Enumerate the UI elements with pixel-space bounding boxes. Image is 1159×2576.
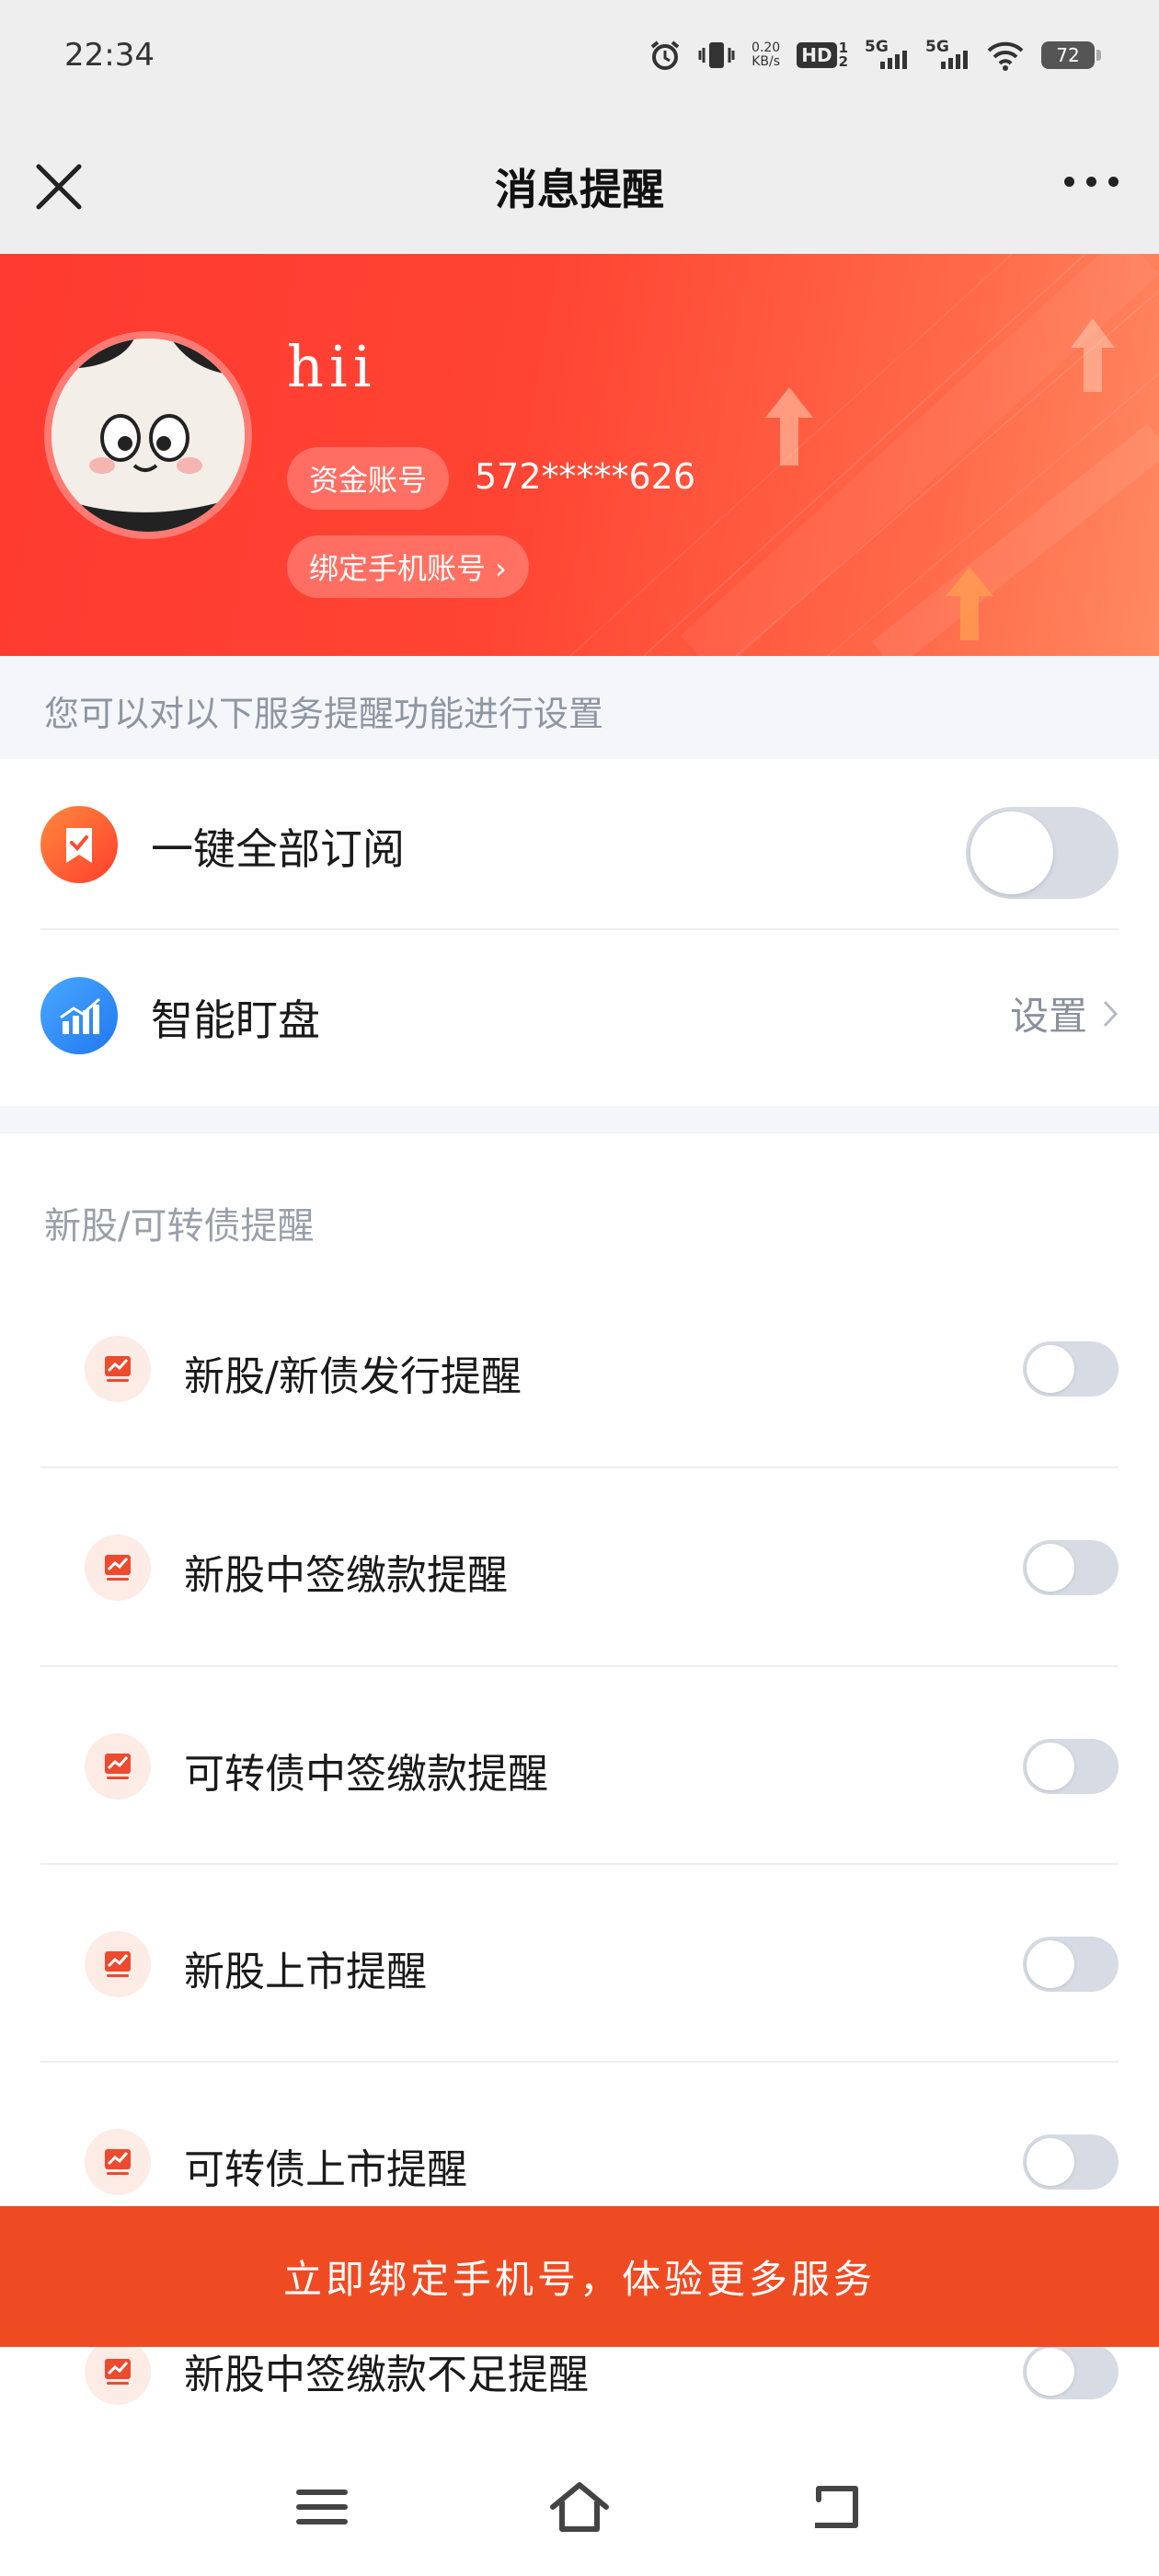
trend-chart-icon — [85, 1931, 151, 1997]
smart-watch-settings-link[interactable]: 设置 — [1010, 985, 1119, 1041]
sim2-label: 5G — [925, 38, 949, 56]
sim1-label: 5G — [865, 38, 889, 56]
vibrate-icon — [698, 39, 735, 72]
account-value: 572*****626 — [475, 456, 696, 497]
subscribe-all-label: 一键全部订阅 — [151, 824, 405, 874]
trend-chart-icon — [85, 2339, 151, 2405]
system-nav-bar — [0, 2429, 1159, 2576]
list-item[interactable]: 新股/新债发行提醒 — [0, 1270, 1159, 1467]
home-icon[interactable] — [547, 2479, 612, 2535]
trend-chart-icon — [85, 1535, 151, 1601]
settings-label: 设置 — [1009, 994, 1087, 1039]
list-item-toggle[interactable] — [1023, 1341, 1119, 1397]
tip-bar: 您可以对以下服务提醒功能进行设置 — [0, 656, 1159, 759]
net-speed: 0.20 KB/s — [752, 41, 780, 69]
status-time: 22:34 — [64, 37, 155, 74]
list-item[interactable]: 可转债中签缴款提醒 — [0, 1667, 1159, 1865]
chevron-right-icon — [1103, 1000, 1119, 1027]
list-item-label: 新股中签缴款提醒 — [184, 1552, 508, 1599]
smart-watch-label: 智能盯盘 — [151, 995, 320, 1045]
list-item-label: 可转债中签缴款提醒 — [184, 1751, 548, 1798]
signal-sim1-icon: 5G — [865, 38, 909, 69]
status-bar: 22:34 0.20 KB/s HD 1 2 5G 5G 72 — [0, 0, 1159, 120]
smart-watch-row[interactable]: 智能盯盘 设置 — [0, 930, 1159, 1101]
status-icons: 0.20 KB/s HD 1 2 5G 5G 72 — [648, 38, 1101, 72]
section-title: 新股/可转债提醒 — [44, 1205, 315, 1248]
list-item-toggle[interactable] — [1023, 2134, 1119, 2190]
wifi-icon — [986, 40, 1025, 71]
back-icon[interactable] — [806, 2479, 870, 2535]
subscribe-all-row[interactable]: 一键全部订阅 — [0, 759, 1159, 930]
list-item-toggle[interactable] — [1023, 2344, 1119, 2399]
list-item[interactable]: 新股上市提醒 — [0, 1865, 1159, 2063]
more-icon[interactable] — [1064, 177, 1119, 187]
list-item-label: 新股上市提醒 — [184, 1949, 427, 1995]
menu-icon[interactable] — [290, 2479, 354, 2535]
hd-badge: HD — [797, 42, 837, 68]
account-label: 资金账号 — [287, 447, 450, 510]
profile-banner: hii 资金账号 572*****626 绑定手机账号 › — [0, 254, 1159, 656]
trend-chart-icon — [85, 1336, 151, 1402]
page-title: 消息提醒 — [495, 165, 664, 214]
subscribe-all-toggle[interactable] — [966, 807, 1119, 899]
battery-level: 72 — [1056, 44, 1080, 66]
list-item-label: 新股/新债发行提醒 — [184, 1353, 522, 1400]
bind-phone-link[interactable]: 绑定手机账号 › — [287, 535, 529, 598]
net-speed-value: 0.20 — [752, 40, 781, 55]
list-item-toggle[interactable] — [1023, 1739, 1119, 1794]
list-item-toggle[interactable] — [1023, 1937, 1119, 1992]
cta-label: 立即绑定手机号，体验更多服务 — [282, 2257, 876, 2302]
battery-icon: 72 — [1041, 41, 1101, 69]
trend-chart-icon — [85, 1733, 151, 1800]
net-speed-unit: KB/s — [752, 54, 781, 69]
list-item[interactable]: 新股中签缴款提醒 — [0, 1468, 1159, 1666]
list-item-label: 新股中签缴款不足提醒 — [184, 2352, 589, 2398]
tip-text: 您可以对以下服务提醒功能进行设置 — [44, 694, 604, 734]
user-name: hii — [287, 333, 377, 400]
bookmark-check-icon — [40, 806, 118, 883]
bind-phone-cta-button[interactable]: 立即绑定手机号，体验更多服务 — [0, 2206, 1159, 2347]
alarm-icon — [648, 39, 682, 72]
chart-bars-icon — [40, 977, 118, 1054]
hd-sub: 2 — [838, 53, 848, 70]
list-item-toggle[interactable] — [1023, 1540, 1119, 1595]
nav-bar: 消息提醒 — [0, 120, 1159, 254]
list-item-label: 可转债上市提醒 — [184, 2146, 467, 2193]
avatar[interactable] — [52, 339, 245, 532]
signal-sim2-icon: 5G — [925, 38, 970, 69]
section-gap — [0, 1106, 1159, 1133]
hd-indicator: HD 1 2 — [797, 41, 848, 69]
trend-chart-icon — [85, 2129, 151, 2195]
